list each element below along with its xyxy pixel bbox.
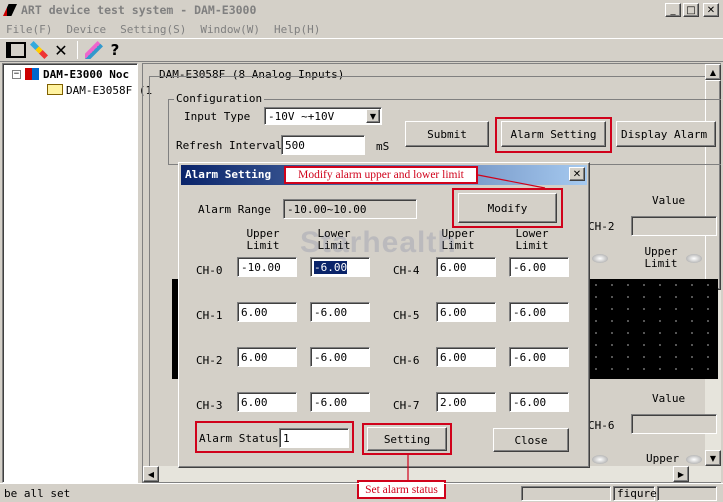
ch1-upper-input[interactable]: 6.00 [237,302,297,322]
refresh-unit: mS [376,140,390,153]
help-icon[interactable]: ? [107,41,123,59]
modify-annotation: Modify alarm upper and lower limit [284,166,478,184]
ch4-upper-input[interactable]: 6.00 [436,257,496,277]
bg-led-icon [592,455,608,464]
lower-limit-header-left: Lower Limit [317,227,351,252]
ch1-label: CH-1 [196,309,223,322]
scroll-right-button[interactable]: ▶ [673,466,689,482]
bg-led-icon [686,254,702,263]
ch6-lower-input[interactable]: -6.00 [509,347,569,367]
bg-ch2-value [631,216,717,236]
bg-ch6-value [631,414,717,434]
status-pane-3 [657,486,717,501]
lower-limit-header-right: Lower Limit [515,227,549,252]
minimize-button[interactable]: _ [665,3,681,17]
ch2-lower-input[interactable]: -6.00 [310,347,370,367]
upper-limit-label: Upper Limit [644,245,678,270]
status-bar: be all set fiqure [0,483,723,502]
tree-child[interactable]: DAM-E3058F (1 [66,84,152,97]
alarm-status-label: Alarm Status [199,432,279,445]
ch1-lower-input[interactable]: -6.00 [310,302,370,322]
bg-led-icon [592,254,608,263]
ch5-lower-input[interactable]: -6.00 [509,302,569,322]
menu-help[interactable]: Help(H) [274,23,320,36]
input-type-label: Input Type [184,110,251,123]
menu-bar: File(F) Device Setting(S) Window(W) Help… [0,20,723,38]
alarm-status-field[interactable]: 1 [279,428,349,448]
tree-expander[interactable]: − [12,70,21,79]
configuration-label: Configuration [174,92,265,105]
ch2-label: CH-2 [196,354,223,367]
device-icon[interactable] [6,42,26,58]
bg-chart-area [588,279,718,379]
pencil-icon[interactable] [85,41,103,59]
ch7-lower-input[interactable]: -6.00 [509,392,569,412]
scroll-up-button[interactable]: ▲ [705,64,721,80]
value-label-2: Value [652,392,686,405]
refresh-interval-label: Refresh Interval [176,139,282,152]
status-pane-2: fiqure [613,486,657,501]
status-text: be all set [4,487,71,500]
close-button[interactable]: Close [493,428,569,452]
title-bar: ART device test system - DAM-E3000 _ □ ✕ [0,0,723,20]
alarm-range-label: Alarm Range [198,203,271,216]
menu-window[interactable]: Window(W) [200,23,260,36]
upper-limit-header-left: Upper Limit [246,227,280,252]
ch7-label: CH-7 [393,399,420,412]
scroll-down-button[interactable]: ▼ [705,450,721,466]
maximize-button[interactable]: □ [683,3,699,17]
refresh-interval-field[interactable]: 500 [281,135,365,155]
device-group-icon [25,68,39,80]
status-pane-1 [521,486,611,501]
ch3-lower-input[interactable]: -6.00 [310,392,370,412]
display-alarm-button[interactable]: Display Alarm [616,121,716,147]
toolbar: ✕ ? [0,38,723,62]
ch0-label: CH-0 [196,264,223,277]
ch5-upper-input[interactable]: 6.00 [436,302,496,322]
bg-ch2-label: CH-2 [588,220,615,233]
menu-file[interactable]: File(F) [6,23,52,36]
ch0-upper-input[interactable]: -10.00 [237,257,297,277]
close-window-button[interactable]: ✕ [703,3,719,17]
ch3-upper-input[interactable]: 6.00 [237,392,297,412]
brush-icon[interactable] [30,41,48,59]
modify-button[interactable]: Modify [458,193,557,223]
submit-button[interactable]: Submit [405,121,489,147]
app-icon [3,4,17,16]
cut-icon[interactable]: ✕ [52,41,70,60]
alarm-setting-button[interactable]: Alarm Setting [501,121,606,147]
setting-button[interactable]: Setting [367,427,447,451]
ch4-lower-input[interactable]: -6.00 [509,257,569,277]
window-title: ART device test system - DAM-E3000 [21,3,257,17]
alarm-range-field: -10.00~10.00 [283,199,417,219]
value-label: Value [652,194,686,207]
device-tree: − DAM-E3000 Noc DAM-E3058F (1 [2,63,152,483]
folder-icon [47,84,63,95]
input-type-select[interactable]: -10V ~+10V ▼ [264,107,382,125]
upper-label-2: Upper [646,452,680,465]
dialog-close-icon[interactable]: ✕ [569,167,585,181]
bg-ch6-label: CH-6 [588,419,615,432]
dialog-title: Alarm Setting [185,168,272,181]
scroll-left-button[interactable]: ◀ [143,466,159,482]
menu-device[interactable]: Device [66,23,106,36]
ch5-label: CH-5 [393,309,420,322]
ch7-upper-input[interactable]: 2.00 [436,392,496,412]
upper-limit-header-right: Upper Limit [441,227,475,252]
ch6-upper-input[interactable]: 6.00 [436,347,496,367]
ch4-label: CH-4 [393,264,420,277]
ch2-upper-input[interactable]: 6.00 [237,347,297,367]
ch3-label: CH-3 [196,399,223,412]
ch0-lower-input[interactable]: -6.00 [310,257,370,277]
tree-root[interactable]: DAM-E3000 Noc [43,68,129,81]
menu-setting[interactable]: Setting(S) [120,23,186,36]
bg-led-icon [686,455,702,464]
chevron-down-icon[interactable]: ▼ [366,109,380,123]
ch6-label: CH-6 [393,354,420,367]
